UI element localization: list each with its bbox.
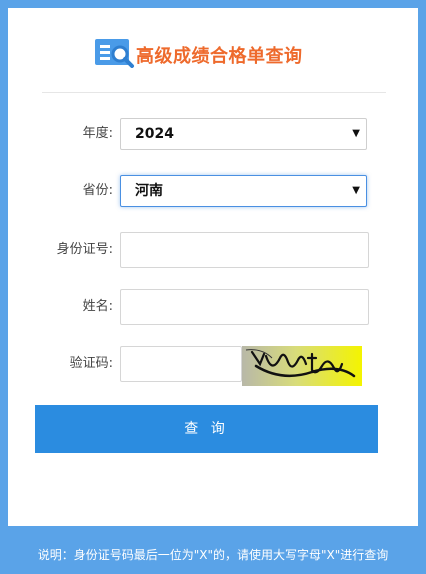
search-document-icon [95,39,134,68]
dropdown-arrow-icon: ▼ [352,185,360,196]
id-number-input[interactable] [120,232,369,268]
name-row: 姓名: [8,289,418,325]
page-title: 高级成绩合格单查询 [136,46,303,67]
name-input[interactable] [120,289,369,325]
dropdown-arrow-icon: ▼ [352,128,360,139]
header: 高级成绩合格单查询 [8,36,418,76]
province-label: 省份: [82,183,113,198]
year-value: 2024 [135,126,174,142]
year-label: 年度: [82,126,113,141]
province-select[interactable]: 河南 ▼ [120,175,367,207]
province-row: 省份: 河南 ▼ [8,173,418,209]
captcha-row: 验证码: [8,346,418,386]
province-value: 河南 [135,183,163,199]
year-row: 年度: 2024 ▼ [8,116,418,152]
year-select[interactable]: 2024 ▼ [120,118,367,150]
query-button[interactable]: 查 询 [35,405,378,453]
id-number-row: 身份证号: [8,232,418,268]
name-label: 姓名: [82,299,113,314]
id-number-label: 身份证号: [56,242,113,257]
captcha-label: 验证码: [69,356,113,371]
divider [42,92,386,93]
captcha-image[interactable] [242,346,362,386]
captcha-input[interactable] [120,346,242,382]
footer-note: 说明：身份证号码最后一位为"X"的，请使用大写字母"X"进行查询 [37,548,389,562]
